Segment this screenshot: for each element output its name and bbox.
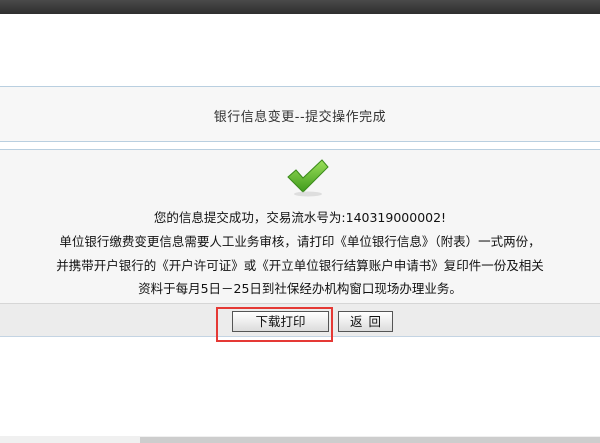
instruction-line-2: 并携带开户银行的《开户许可证》或《开立单位银行结算账户申请书》复印件一份及相关 [56,258,544,273]
checkmark-icon [287,159,329,197]
back-button[interactable]: 返回 [338,311,393,332]
horizontal-scrollbar[interactable] [0,436,600,443]
highlight-box [216,307,333,342]
instruction-line-3: 资料于每月5日－25日到社保经办机构窗口现场办理业务。 [138,281,462,296]
result-panel: 您的信息提交成功，交易流水号为:140319000002! 单位银行缴费变更信息… [0,149,600,303]
window-top-bar [0,0,600,14]
scrollbar-thumb[interactable] [140,437,600,443]
success-message: 您的信息提交成功，交易流水号为:140319000002! [153,210,447,225]
page-title: 银行信息变更--提交操作完成 [213,110,387,125]
page-title-panel: 银行信息变更--提交操作完成 [0,86,600,142]
instruction-line-1: 单位银行缴费变更信息需要人工业务审核，请打印《单位银行信息》（附表）一式两份， [59,234,541,249]
